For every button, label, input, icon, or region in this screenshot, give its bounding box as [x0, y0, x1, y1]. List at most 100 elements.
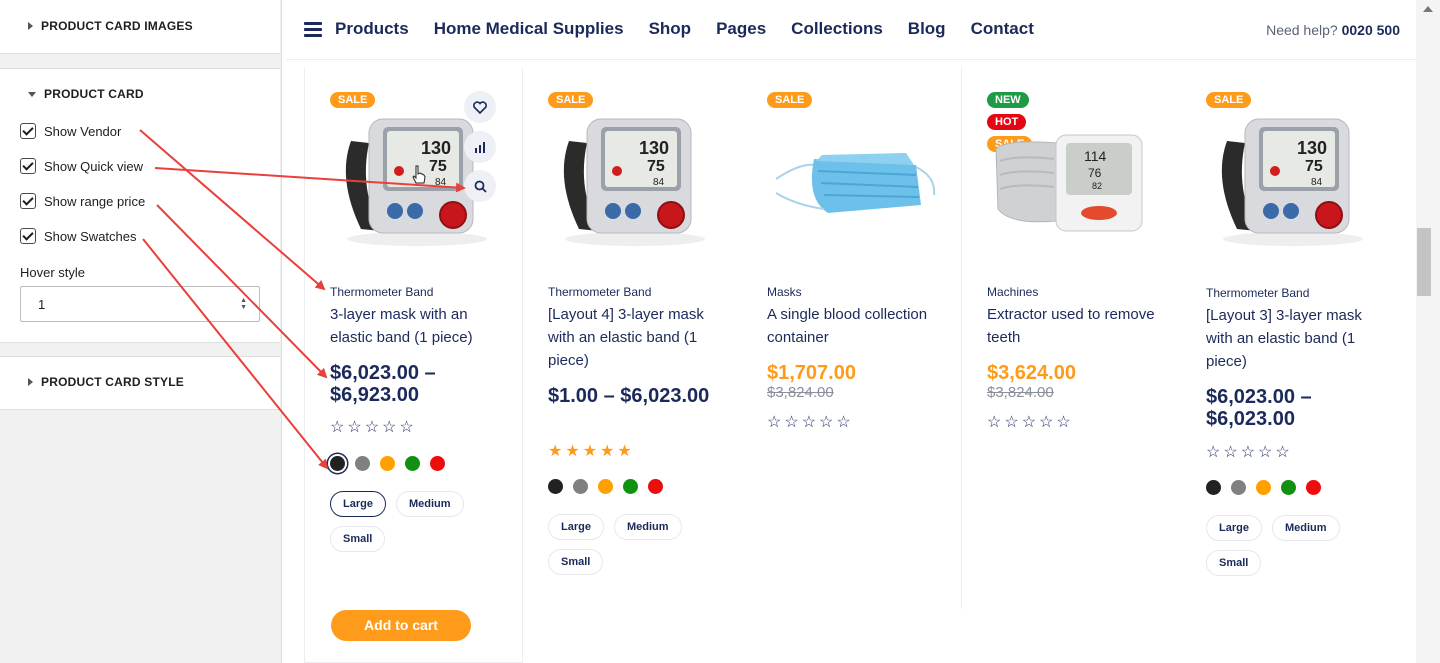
swatch-orange[interactable] — [1256, 480, 1271, 495]
compare-button[interactable] — [464, 131, 496, 163]
product-vendor[interactable]: Thermometer Band — [1206, 286, 1309, 300]
new-badge: NEW — [987, 92, 1029, 108]
size-option-large[interactable]: Large — [330, 491, 386, 517]
show-swatches-checkbox[interactable]: Show Swatches — [20, 228, 137, 244]
product-card[interactable]: NEW HOT SALE 114 76 82 Machines Extracto… — [962, 67, 1181, 609]
swatch-green[interactable] — [405, 456, 420, 471]
swatch-black[interactable] — [330, 456, 345, 471]
checkbox-checked-icon[interactable] — [20, 228, 36, 244]
product-price: $6,023.00 – $6,023.00 — [1206, 386, 1312, 430]
product-name[interactable]: [Layout 3] 3-layer mask with an elastic … — [1206, 304, 1386, 373]
nav-item-shop[interactable]: Shop — [649, 19, 692, 39]
hover-style-input[interactable]: 1 ▲ ▼ — [20, 286, 260, 322]
nav-item-products[interactable]: Products — [335, 19, 409, 39]
blood-pressure-monitor-image[interactable]: 130 75 84 — [1205, 109, 1375, 249]
product-price: $6,023.00 – $6,923.00 — [330, 362, 436, 406]
swatch-gray[interactable] — [355, 456, 370, 471]
hamburger-icon[interactable] — [304, 22, 322, 37]
compare-chart-icon — [475, 142, 485, 153]
product-old-price: $3,824.00 — [767, 384, 834, 401]
show-vendor-checkbox[interactable]: Show Vendor — [20, 123, 121, 139]
section-header-product-card[interactable]: PRODUCT CARD — [0, 69, 280, 119]
wrist-monitor-image[interactable]: 114 76 82 — [986, 109, 1156, 249]
svg-text:75: 75 — [429, 158, 447, 175]
rating-stars: ☆☆☆☆☆ — [767, 414, 854, 431]
heart-icon — [473, 100, 487, 114]
section-title: PRODUCT CARD STYLE — [41, 375, 184, 389]
product-name[interactable]: [Layout 4] 3-layer mask with an elastic … — [548, 303, 728, 372]
size-option-medium[interactable]: Medium — [1271, 515, 1340, 541]
product-vendor[interactable]: Thermometer Band — [330, 285, 433, 299]
size-option-small[interactable]: Small — [330, 526, 386, 552]
quick-view-button[interactable] — [464, 170, 496, 202]
size-option-large[interactable]: Large — [1206, 515, 1262, 541]
nav-item-pages[interactable]: Pages — [716, 19, 766, 39]
face-mask-image[interactable] — [766, 109, 936, 249]
product-price: $1.00 – $6,023.00 — [548, 385, 710, 407]
section-product-card-style[interactable]: PRODUCT CARD STYLE — [0, 356, 280, 410]
product-vendor[interactable]: Thermometer Band — [548, 285, 651, 299]
rating-stars: ★★★★★ — [548, 443, 635, 460]
nav-item-blog[interactable]: Blog — [908, 19, 946, 39]
add-to-cart-button[interactable]: Add to cart — [331, 610, 471, 641]
nav-item-collections[interactable]: Collections — [791, 19, 883, 39]
section-title: PRODUCT CARD — [44, 87, 144, 101]
swatch-black[interactable] — [1206, 480, 1221, 495]
checkbox-checked-icon[interactable] — [20, 158, 36, 174]
main-menu: Products Home Medical Supplies Shop Page… — [335, 19, 1059, 39]
store-header: Products Home Medical Supplies Shop Page… — [286, 0, 1416, 60]
spinner-arrows-icon[interactable]: ▲ ▼ — [240, 297, 247, 311]
help-contact: Need help? 0020 500 — [1266, 22, 1400, 38]
option-label: Show Swatches — [44, 228, 137, 244]
swatch-black[interactable] — [548, 479, 563, 494]
product-name[interactable]: A single blood collection container — [767, 303, 947, 349]
help-phone[interactable]: 0020 500 — [1342, 22, 1400, 38]
svg-text:130: 130 — [421, 138, 451, 158]
swatch-orange[interactable] — [598, 479, 613, 494]
product-name[interactable]: Extractor used to remove teeth — [987, 303, 1167, 349]
product-card[interactable]: SALE Masks A single blood collection con… — [742, 67, 961, 609]
swatch-orange[interactable] — [380, 456, 395, 471]
checkbox-checked-icon[interactable] — [20, 123, 36, 139]
section-title: PRODUCT CARD IMAGES — [41, 19, 193, 33]
svg-text:114: 114 — [1084, 148, 1107, 164]
sale-badge: SALE — [1206, 92, 1252, 108]
size-option-large[interactable]: Large — [548, 514, 604, 540]
size-option-small[interactable]: Small — [548, 549, 604, 575]
product-card[interactable]: SALE 130 75 84 Thermometer Band [Layout … — [523, 67, 742, 609]
caret-right-icon — [28, 378, 33, 386]
product-card[interactable]: SALE 130 75 84 Thermometer Band [Layout … — [1181, 67, 1400, 609]
rating-stars: ☆☆☆☆☆ — [1206, 444, 1293, 461]
size-option-medium[interactable]: Medium — [613, 514, 682, 540]
swatch-red[interactable] — [648, 479, 663, 494]
wishlist-button[interactable] — [464, 91, 496, 123]
blood-pressure-monitor-image[interactable]: 130 75 84 — [547, 109, 717, 249]
checkbox-checked-icon[interactable] — [20, 193, 36, 209]
swatch-gray[interactable] — [1231, 480, 1246, 495]
product-card[interactable]: SALE 130 75 84 Thermometer Band 3-layer … — [304, 67, 523, 663]
svg-text:130: 130 — [1297, 138, 1327, 158]
swatch-green[interactable] — [1281, 480, 1296, 495]
product-vendor[interactable]: Machines — [987, 285, 1038, 299]
swatch-gray[interactable] — [573, 479, 588, 494]
caret-down-icon — [28, 91, 36, 97]
scroll-thumb[interactable] — [1417, 228, 1431, 296]
show-quick-view-checkbox[interactable]: Show Quick view — [20, 158, 143, 174]
nav-item-contact[interactable]: Contact — [971, 19, 1034, 39]
help-label: Need help? — [1266, 22, 1338, 38]
swatch-red[interactable] — [1306, 480, 1321, 495]
product-name[interactable]: 3-layer mask with an elastic band (1 pie… — [330, 303, 510, 349]
section-product-card-images[interactable]: PRODUCT CARD IMAGES — [0, 0, 280, 54]
option-label: Show range price — [44, 193, 146, 209]
swatch-green[interactable] — [623, 479, 638, 494]
size-option-small[interactable]: Small — [1206, 550, 1262, 576]
swatch-red[interactable] — [430, 456, 445, 471]
preview-scrollbar[interactable] — [1416, 0, 1440, 663]
size-option-medium[interactable]: Medium — [395, 491, 464, 517]
show-range-price-checkbox[interactable]: Show range price — [20, 193, 145, 209]
product-old-price: $3,824.00 — [987, 384, 1054, 401]
nav-item-home-medical-supplies[interactable]: Home Medical Supplies — [434, 19, 624, 39]
search-icon — [474, 180, 487, 193]
scroll-up-arrow-icon[interactable] — [1423, 6, 1433, 12]
product-vendor[interactable]: Masks — [767, 285, 802, 299]
